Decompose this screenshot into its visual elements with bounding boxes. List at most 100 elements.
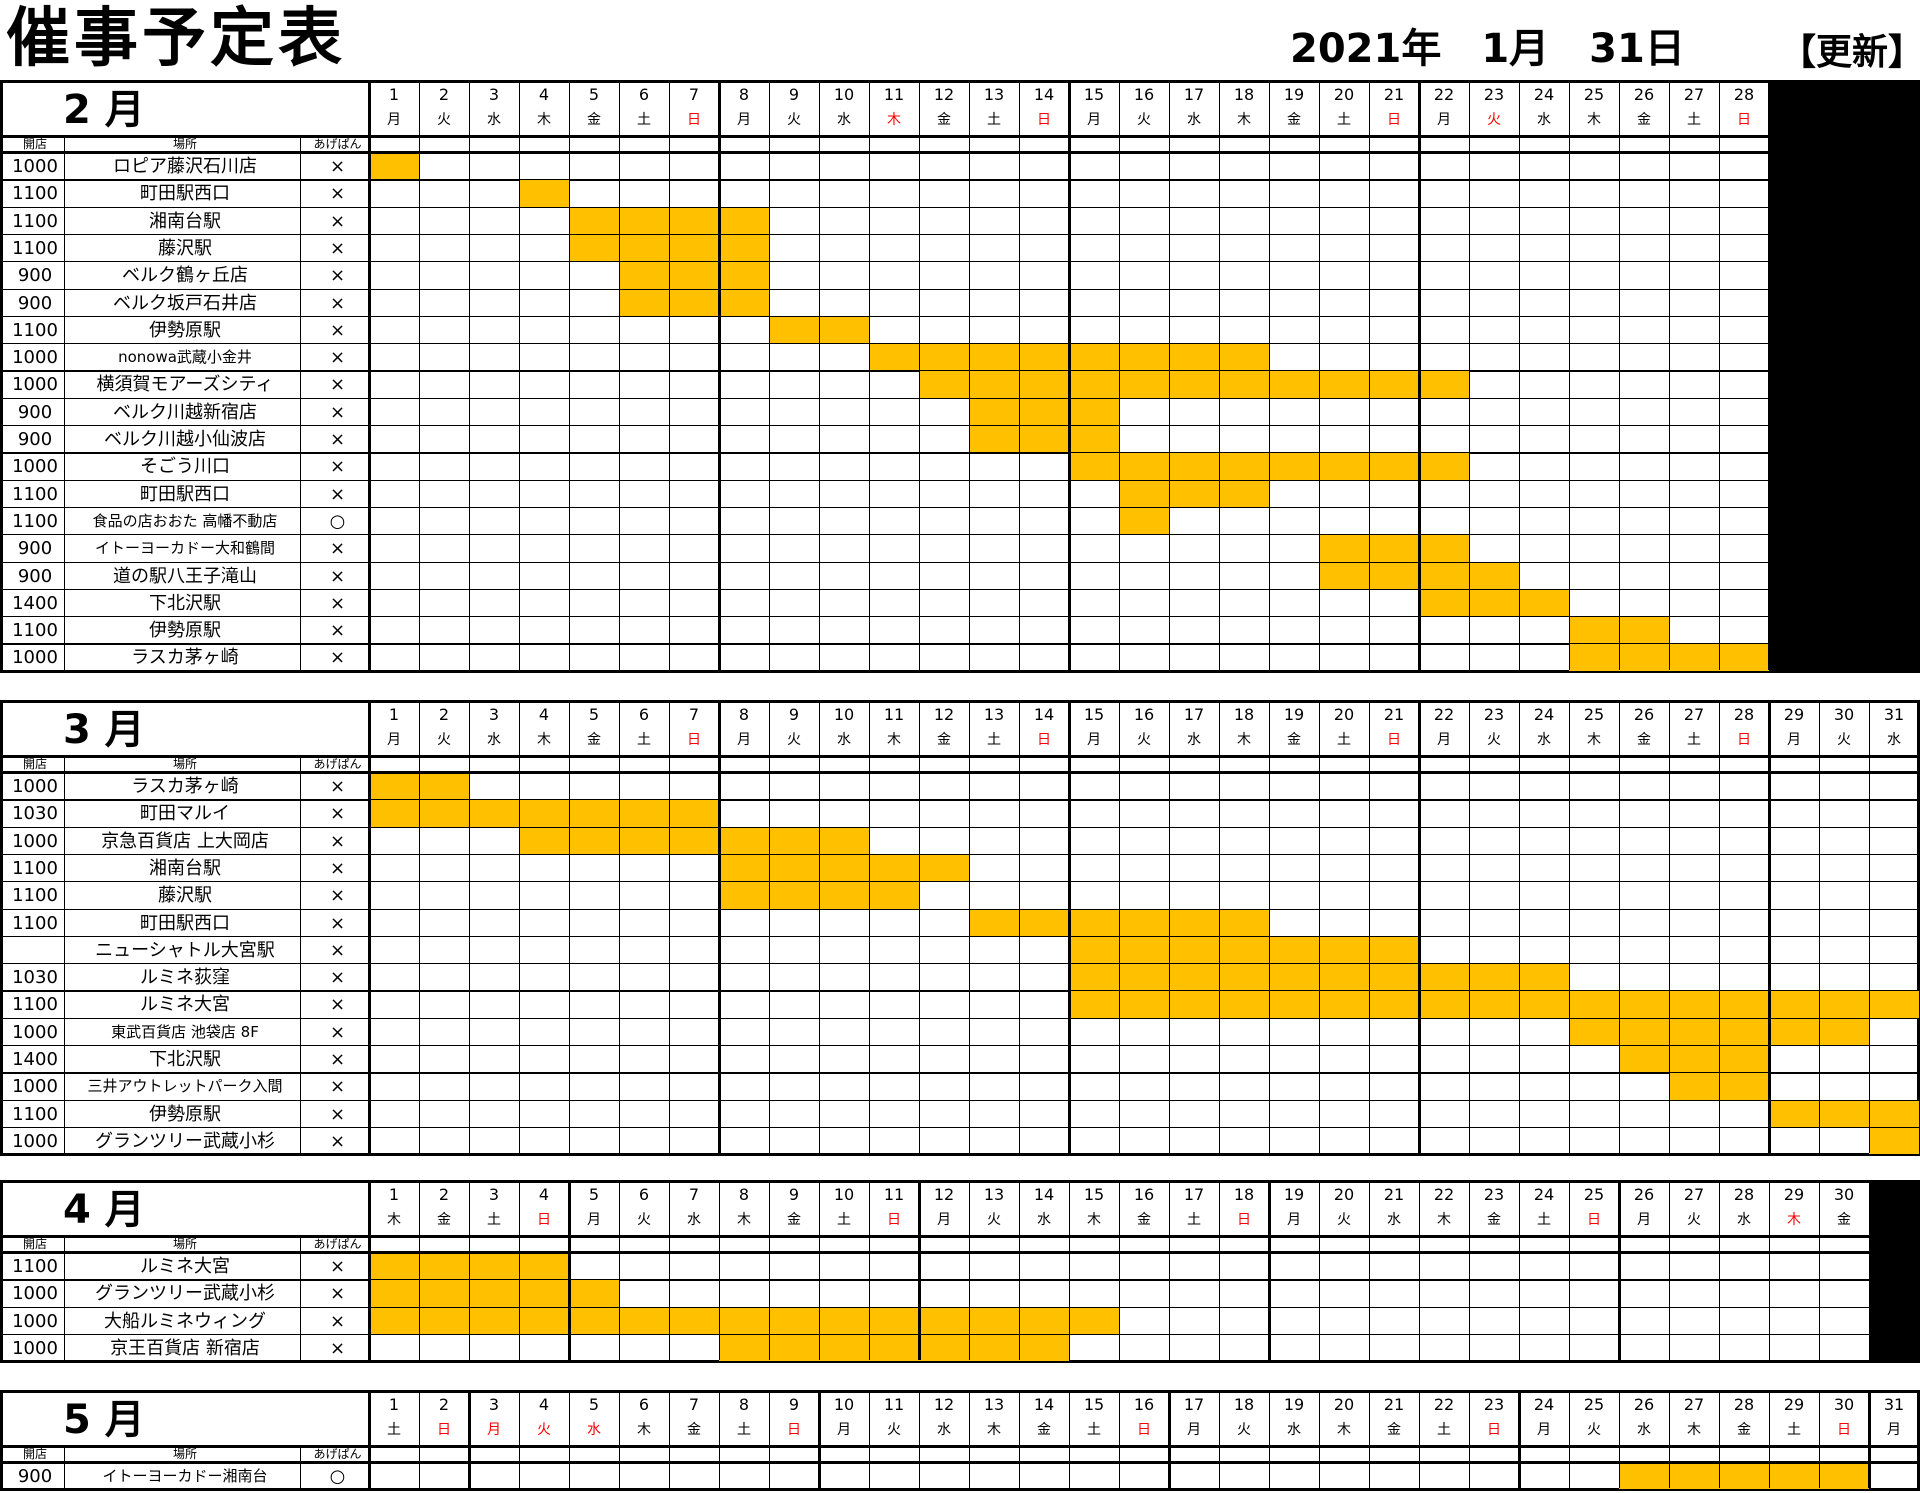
open-time: 1100 — [12, 1256, 58, 1277]
event-bar — [369, 1307, 1119, 1335]
open-time: 1100 — [12, 912, 58, 934]
day-of-week: 日 — [1037, 732, 1051, 748]
day-number: 21 — [1383, 1395, 1405, 1414]
day-line — [1719, 703, 1721, 1154]
agepan-mark: × — [329, 1103, 346, 1125]
day-number: 23 — [1483, 1185, 1505, 1204]
agepan-mark: × — [329, 183, 346, 205]
agepan-mark: × — [329, 647, 346, 669]
day-line — [769, 1393, 771, 1489]
agepan-mark: ○ — [329, 1466, 346, 1487]
day-number: 23 — [1483, 85, 1505, 104]
day-of-week: 水 — [487, 112, 501, 128]
day-number: 24 — [1533, 85, 1555, 104]
day-number: 2 — [438, 705, 450, 724]
day-of-week: 火 — [1487, 112, 1501, 128]
day-number: 17 — [1183, 85, 1205, 104]
place-name: 藤沢駅 — [158, 237, 212, 259]
agepan-mark: × — [329, 830, 346, 852]
event-bar — [369, 800, 719, 828]
day-line — [1619, 703, 1621, 1154]
day-number: 27 — [1683, 1185, 1705, 1204]
day-line — [1419, 1393, 1421, 1489]
day-line — [1269, 1393, 1271, 1489]
open-time: 1100 — [12, 994, 58, 1016]
day-line — [1069, 1393, 1071, 1489]
day-number: 19 — [1283, 1185, 1305, 1204]
day-number: 1 — [388, 705, 400, 724]
day-number: 2 — [438, 85, 450, 104]
day-of-week: 水 — [1187, 112, 1201, 128]
day-number: 15 — [1083, 85, 1105, 104]
day-line — [1119, 1183, 1121, 1361]
day-line — [1418, 703, 1421, 1154]
day-number: 8 — [738, 85, 750, 104]
event-bar — [519, 827, 869, 855]
day-number: 28 — [1733, 85, 1755, 104]
agepan-mark: × — [329, 1076, 346, 1098]
day-number: 17 — [1183, 1395, 1205, 1414]
day-number: 25 — [1583, 85, 1605, 104]
agepan-mark: × — [329, 967, 346, 989]
day-line — [819, 1183, 821, 1361]
day-of-week: 木 — [1237, 112, 1251, 128]
column-line — [300, 1447, 302, 1489]
day-number: 28 — [1733, 1395, 1755, 1414]
day-line — [719, 1183, 721, 1361]
day-of-week: 月 — [1087, 732, 1101, 748]
day-of-week: 木 — [987, 1422, 1001, 1438]
day-number: 8 — [738, 705, 750, 724]
day-of-week: 月 — [1287, 1212, 1301, 1228]
header-line — [3, 755, 1919, 758]
day-of-week: 水 — [1537, 112, 1551, 128]
day-number: 15 — [1083, 705, 1105, 724]
month-section: 5 月開店 場所 あげぱん 1 土 2 日 3 月 4 火 5 水 6 木 7 金 8 土 9 日 10 月 11 火 12 水 13… — [0, 1390, 1920, 1492]
open-time: 1100 — [12, 483, 58, 505]
column-line — [368, 703, 371, 1154]
day-of-week: 土 — [1787, 1422, 1801, 1438]
day-number: 2 — [438, 1395, 450, 1414]
month-label: 5 月 — [63, 1397, 145, 1443]
day-of-week: 土 — [987, 112, 1001, 128]
day-number: 20 — [1333, 705, 1355, 724]
day-of-week: 水 — [1187, 732, 1201, 748]
agepan-mark: × — [329, 592, 346, 614]
open-time: 1000 — [12, 1021, 58, 1043]
day-of-week: 土 — [1187, 1212, 1201, 1228]
day-of-week: 火 — [887, 1422, 901, 1438]
place-name: イトーヨーカドー湘南台 — [102, 1467, 268, 1485]
day-number: 7 — [688, 1395, 700, 1414]
day-line — [969, 703, 971, 1154]
event-bar — [1619, 1046, 1769, 1074]
day-of-week: 木 — [537, 112, 551, 128]
day-of-week: 木 — [887, 732, 901, 748]
day-line — [569, 1393, 571, 1489]
open-time: 1100 — [12, 183, 58, 205]
day-line — [419, 83, 421, 670]
day-line — [1768, 83, 1771, 670]
day-number: 16 — [1133, 1395, 1155, 1414]
day-line — [1168, 1393, 1171, 1489]
row-line — [3, 670, 1769, 672]
agepan-mark: × — [329, 994, 346, 1016]
day-of-week: 火 — [987, 1212, 1001, 1228]
day-of-week: 金 — [687, 1422, 701, 1438]
agepan-mark: × — [329, 912, 346, 934]
place-name: 伊勢原駅 — [149, 1103, 221, 1125]
day-number: 18 — [1233, 85, 1255, 104]
place-name: ベルク鶴ヶ丘店 — [122, 265, 248, 287]
day-of-week: 土 — [737, 1422, 751, 1438]
day-of-week: 日 — [1737, 112, 1751, 128]
place-name: ラスカ茅ヶ崎 — [131, 647, 239, 669]
day-line — [1669, 703, 1671, 1154]
day-number: 18 — [1233, 1395, 1255, 1414]
place-name: nonowa武蔵小金井 — [118, 348, 252, 367]
day-number: 20 — [1333, 1185, 1355, 1204]
month-section: 3 月開店 場所 あげぱん 1 月 2 火 3 水 4 木 5 金 6 土 7 日 8 月 9 火 10 水 11 木 12 金 13… — [0, 700, 1920, 1157]
day-line — [1369, 83, 1371, 670]
day-number: 8 — [738, 1395, 750, 1414]
day-line — [669, 83, 671, 670]
day-of-week: 水 — [1887, 732, 1901, 748]
day-line — [1618, 1183, 1621, 1361]
day-of-week: 日 — [1387, 112, 1401, 128]
